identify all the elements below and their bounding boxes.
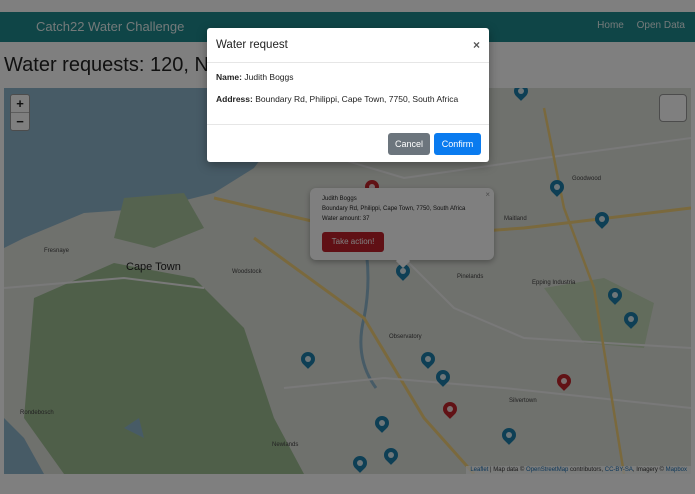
- address-label: Address:: [216, 94, 253, 104]
- name-label: Name:: [216, 72, 242, 82]
- cancel-button[interactable]: Cancel: [388, 133, 430, 155]
- modal-name-row: Name: Judith Boggs: [216, 72, 294, 82]
- name-value: Judith Boggs: [244, 72, 294, 82]
- modal-title: Water request: [216, 39, 288, 51]
- address-value: Boundary Rd, Philippi, Cape Town, 7750, …: [255, 94, 459, 104]
- modal-header: Water request ×: [207, 28, 489, 63]
- modal-address-row: Address: Boundary Rd, Philippi, Cape Tow…: [216, 94, 458, 104]
- modal-close-button[interactable]: ×: [473, 38, 480, 52]
- modal-footer-divider: [207, 124, 489, 125]
- confirm-button[interactable]: Confirm: [434, 133, 481, 155]
- water-request-modal: Water request × Name: Judith Boggs Addre…: [207, 28, 489, 162]
